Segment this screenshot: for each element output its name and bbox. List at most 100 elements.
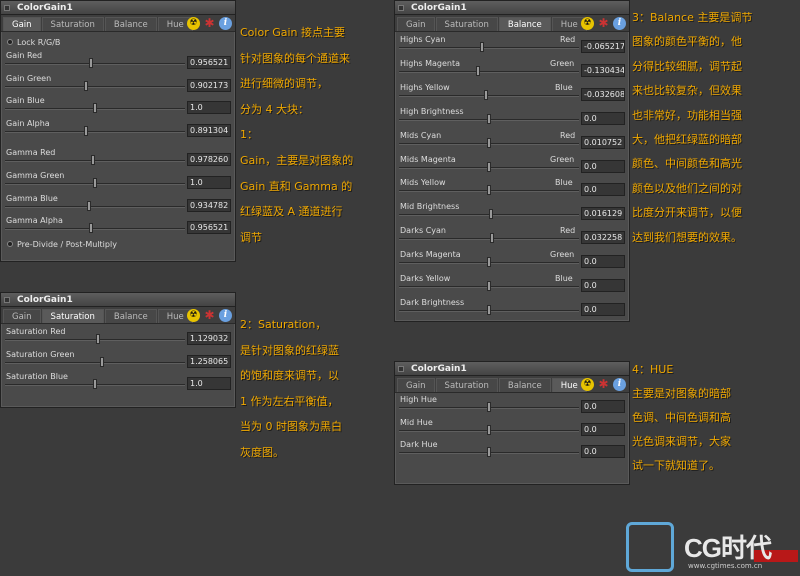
slider-right-label: Green bbox=[550, 58, 575, 68]
slider-handle[interactable] bbox=[484, 89, 488, 100]
slider-row: Highs Magenta Green -0.130434 bbox=[399, 59, 625, 81]
slider-handle[interactable] bbox=[84, 80, 88, 91]
radiation-icon[interactable]: ☢ bbox=[187, 309, 200, 322]
slider-handle[interactable] bbox=[487, 185, 491, 196]
value-field[interactable]: 1.0 bbox=[187, 377, 231, 390]
slider-handle[interactable] bbox=[100, 356, 104, 367]
tab-balance[interactable]: Balance bbox=[498, 378, 551, 392]
slider-track[interactable] bbox=[5, 85, 185, 88]
value-field[interactable]: 0.010752 bbox=[581, 135, 625, 149]
lock-rgb-radio[interactable]: Lock R/G/B bbox=[7, 38, 60, 47]
value-field[interactable]: 0.902173 bbox=[187, 78, 231, 92]
value-field[interactable]: 1.258065 bbox=[187, 354, 231, 368]
slider-track[interactable] bbox=[5, 160, 185, 163]
slider-handle[interactable] bbox=[480, 42, 484, 52]
slider-row: Gain Alpha 0.891304 bbox=[5, 119, 231, 141]
radiation-icon[interactable]: ☢ bbox=[581, 17, 594, 30]
value-field[interactable]: 0.0 bbox=[581, 111, 625, 125]
value-field[interactable]: 0.978260 bbox=[187, 153, 231, 167]
slider-track[interactable] bbox=[399, 70, 579, 73]
value-field[interactable]: 0.956521 bbox=[187, 56, 231, 69]
slider-handle[interactable] bbox=[487, 424, 491, 435]
slider-handle[interactable] bbox=[93, 178, 97, 188]
slider-track[interactable] bbox=[5, 228, 185, 231]
slider-handle[interactable] bbox=[487, 402, 491, 412]
gear-icon[interactable]: ✱ bbox=[203, 17, 216, 30]
value-field[interactable]: 0.0 bbox=[581, 422, 625, 436]
value-field[interactable]: 0.0 bbox=[581, 183, 625, 197]
value-field[interactable]: 0.956521 bbox=[187, 221, 231, 235]
value-field[interactable]: 0.0 bbox=[581, 279, 625, 292]
tab-balance[interactable]: Balance bbox=[104, 309, 157, 323]
value-field[interactable]: 0.032258 bbox=[581, 231, 625, 245]
slider-handle[interactable] bbox=[487, 137, 491, 148]
predivide-radio[interactable]: Pre-Divide / Post-Multiply bbox=[7, 240, 117, 249]
slider-row: Mids Magenta Green 0.0 bbox=[399, 155, 625, 177]
slider-handle[interactable] bbox=[487, 257, 491, 268]
radiation-icon[interactable]: ☢ bbox=[581, 378, 594, 391]
slider-track[interactable] bbox=[399, 94, 579, 97]
tab-gain[interactable]: Gain bbox=[397, 17, 435, 31]
info-icon[interactable]: i bbox=[219, 309, 232, 322]
slider-track[interactable] bbox=[5, 361, 185, 364]
gear-icon[interactable]: ✱ bbox=[597, 17, 610, 30]
tab-saturation[interactable]: Saturation bbox=[41, 309, 104, 323]
slider-handle[interactable] bbox=[487, 281, 491, 291]
value-field[interactable]: 0.016129 bbox=[581, 207, 625, 221]
tab-gain[interactable]: Gain bbox=[3, 309, 41, 323]
value-field[interactable]: 0.0 bbox=[581, 255, 625, 269]
tab-icons: ☢ ✱ i bbox=[187, 17, 232, 30]
value-field[interactable]: 0.891304 bbox=[187, 123, 231, 137]
tab-saturation[interactable]: Saturation bbox=[435, 378, 498, 392]
slider-handle[interactable] bbox=[487, 447, 491, 457]
slider-track[interactable] bbox=[5, 63, 185, 65]
slider-track[interactable] bbox=[399, 47, 579, 49]
tab-gain[interactable]: Gain bbox=[397, 378, 435, 392]
slider-handle[interactable] bbox=[93, 379, 97, 389]
slider-handle[interactable] bbox=[89, 223, 93, 234]
slider-handle[interactable] bbox=[487, 161, 491, 172]
value-field[interactable]: 0.0 bbox=[581, 302, 625, 316]
value-field[interactable]: 0.934782 bbox=[187, 198, 231, 212]
info-icon[interactable]: i bbox=[219, 17, 232, 30]
value-field[interactable]: -0.065217 bbox=[581, 40, 625, 53]
slider-handle[interactable] bbox=[96, 334, 100, 344]
slider-handle[interactable] bbox=[93, 103, 97, 114]
slider-track[interactable] bbox=[5, 205, 185, 208]
slider-handle[interactable] bbox=[91, 155, 95, 166]
slider-handle[interactable] bbox=[89, 58, 93, 68]
tab-balance[interactable]: Balance bbox=[498, 17, 551, 31]
value-field[interactable]: -0.032608 bbox=[581, 87, 625, 101]
value-field[interactable]: 0.0 bbox=[581, 445, 625, 458]
slider-track[interactable] bbox=[5, 130, 185, 133]
value-field[interactable]: 1.0 bbox=[187, 101, 231, 115]
value-field[interactable]: 0.0 bbox=[581, 159, 625, 173]
radiation-icon[interactable]: ☢ bbox=[187, 17, 200, 30]
value-field[interactable]: 1.129032 bbox=[187, 332, 231, 345]
slider-handle[interactable] bbox=[476, 65, 480, 76]
gear-icon[interactable]: ✱ bbox=[597, 378, 610, 391]
tab-gain[interactable]: Gain bbox=[3, 17, 41, 31]
tab-balance[interactable]: Balance bbox=[104, 17, 157, 31]
value-field[interactable]: 1.0 bbox=[187, 176, 231, 189]
slider-handle[interactable] bbox=[87, 200, 91, 211]
gear-icon[interactable]: ✱ bbox=[203, 309, 216, 322]
slider-track[interactable] bbox=[5, 339, 185, 341]
tab-saturation[interactable]: Saturation bbox=[435, 17, 498, 31]
info-icon[interactable]: i bbox=[613, 378, 626, 391]
slider-handle[interactable] bbox=[487, 113, 491, 124]
slider-track[interactable] bbox=[399, 238, 579, 241]
panel-title-bar[interactable]: ColorGain1 bbox=[395, 362, 629, 376]
value-field[interactable]: -0.130434 bbox=[581, 63, 625, 77]
panel-title-bar[interactable]: ColorGain1 bbox=[1, 1, 235, 15]
slider-handle[interactable] bbox=[84, 125, 88, 136]
panel-title-bar[interactable]: ColorGain1 bbox=[395, 1, 629, 15]
slider-handle[interactable] bbox=[489, 209, 493, 220]
panel-title-bar[interactable]: ColorGain1 bbox=[1, 293, 235, 307]
value-field[interactable]: 0.0 bbox=[581, 400, 625, 413]
slider-handle[interactable] bbox=[490, 233, 494, 244]
tab-saturation[interactable]: Saturation bbox=[41, 17, 104, 31]
info-icon[interactable]: i bbox=[613, 17, 626, 30]
note-line: 1 作为左右平衡值， bbox=[240, 394, 339, 408]
slider-handle[interactable] bbox=[487, 304, 491, 315]
